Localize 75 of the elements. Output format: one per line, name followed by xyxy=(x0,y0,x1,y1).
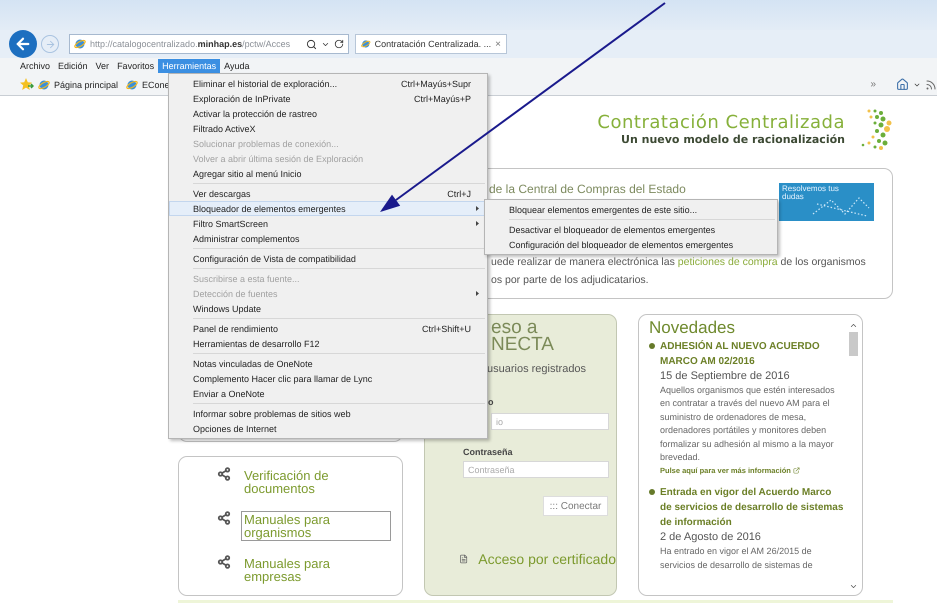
bullet-icon xyxy=(649,343,655,349)
field-label: Contraseña xyxy=(463,447,514,457)
overflow-chevron[interactable]: » xyxy=(870,79,876,90)
news-date: 15 de Septiembre de 2016 xyxy=(660,369,791,384)
favorites-star-icon[interactable] xyxy=(20,78,34,91)
favorites-link[interactable]: ECone xyxy=(142,80,170,90)
menu-item[interactable]: Panel de rendimiento Ctrl+Shift+U xyxy=(169,321,487,336)
submenu-arrow-icon xyxy=(476,291,479,296)
login-title: eso a NECTA xyxy=(491,319,555,353)
submenu-arrow-icon xyxy=(476,206,479,211)
menu-item[interactable]: Agregar sitio al menú Inicio xyxy=(169,166,487,181)
page-icon xyxy=(126,78,138,90)
forward-arrow-icon xyxy=(44,38,56,50)
menu-item[interactable]: Administrar complementos xyxy=(169,231,487,246)
search-icon[interactable] xyxy=(306,38,317,50)
news-text: Ha entrado en vigor el AM 26/2015 de servicios de desarrollo de sistemas de xyxy=(660,545,814,572)
menu-item[interactable]: Windows Update xyxy=(169,301,487,316)
intro-text: uede realizar de manera electrónica las peticiones de compra de los organismos xyxy=(491,256,867,268)
favorites-link[interactable]: Página principal xyxy=(54,80,118,90)
menu-item[interactable]: Eliminar el historial de exploración... Ctrl+Mayús+Supr xyxy=(169,76,487,91)
logo-title: Contratación Centralizada xyxy=(597,112,845,133)
menu-item[interactable]: Informar sobre problemas de sitios web xyxy=(169,406,487,421)
menu-item[interactable]: Notas vinculadas de OneNote xyxy=(169,356,487,371)
close-button[interactable]: × xyxy=(495,38,501,50)
intro-heading: de la Central de Compras del Estado xyxy=(489,182,686,196)
menu-item[interactable]: Opciones de Internet xyxy=(169,421,487,436)
connect-button[interactable]: ::: Conectar xyxy=(543,496,608,516)
field-label: o xyxy=(488,397,494,407)
scroll-down-icon[interactable] xyxy=(849,582,858,591)
menu-item[interactable]: Complemento Hacer clic para llamar de Lync xyxy=(169,371,487,386)
page-icon xyxy=(38,78,50,90)
submenu-arrow-icon xyxy=(476,221,479,226)
browser-logo-icon xyxy=(361,38,371,50)
user-field[interactable]: io xyxy=(491,413,609,430)
intro-text: os por parte de los adjudicatarios. xyxy=(491,274,650,286)
scroll-thumb[interactable] xyxy=(849,332,858,356)
menu-bar-item[interactable]: Favoritos xyxy=(113,59,158,73)
external-link-icon xyxy=(792,467,800,474)
browser-tab[interactable]: Contratación Centralizada. ... × xyxy=(355,34,507,54)
address-bar[interactable]: http://catalogocentralizado.minhap.es/pctw/Acces xyxy=(69,34,349,54)
menu-item[interactable]: Ver descargas Ctrl+J xyxy=(169,186,487,201)
menu-item[interactable]: Configuración de Vista de compatibilidad xyxy=(169,251,487,266)
browser-logo-icon xyxy=(74,38,86,50)
scroll-up-icon[interactable] xyxy=(849,321,858,330)
back-button[interactable] xyxy=(9,30,37,58)
feed-icon[interactable] xyxy=(925,78,937,90)
news-date: 2 de Agosto de 2016 xyxy=(660,530,762,546)
home-icon[interactable] xyxy=(896,78,909,91)
menu-item[interactable]: Bloquear elementos emergentes de este sitio... xyxy=(485,202,777,217)
share-icon xyxy=(217,511,231,525)
menu-bar-item[interactable]: Ver xyxy=(92,59,114,73)
logo-subtitle: Un nuevo modelo de racionalización xyxy=(621,133,845,146)
menu-item[interactable]: Exploración de InPrivate Ctrl+Mayús+P xyxy=(169,91,487,106)
menu-item[interactable]: Activar la protección de rastreo xyxy=(169,106,487,121)
news-headline[interactable]: Entrada en vigor del Acuerdo Marco de servicios de desarrollo de sistemas de información xyxy=(660,485,844,530)
banner-text: Resolvemos tus dudas xyxy=(781,183,840,203)
news-title: Novedades xyxy=(649,318,736,338)
password-field[interactable]: Contraseña xyxy=(463,461,609,478)
menu-item[interactable]: Enviar a OneNote xyxy=(169,386,487,401)
menu-item[interactable]: Filtrado ActiveX xyxy=(169,121,487,136)
menu-item[interactable]: Desactivar el bloqueador de elementos emergentes xyxy=(485,222,777,237)
menu-item[interactable]: Configuración del bloqueador de elementos emergentes xyxy=(485,237,777,252)
login-subtitle: usuarios registrados xyxy=(487,363,588,375)
menu-bar-item[interactable]: Archivo xyxy=(16,59,54,73)
news-headline[interactable]: ADHESIÓN AL NUEVO ACUERDO MARCO AM 02/2016 xyxy=(660,339,844,369)
menu-item[interactable]: Filtro SmartScreen xyxy=(169,216,487,231)
menu-item[interactable]: Bloqueador de elementos emergentes xyxy=(169,201,487,216)
menu-bar-item[interactable]: Ayuda xyxy=(220,59,254,73)
share-icon xyxy=(217,467,231,481)
refresh-icon[interactable] xyxy=(334,39,344,49)
news-text: Aquellos organismos que estén interesados en contratar a través del nuevo AM para el suministro de ordenadores de mesa, ordenadores portátiles y monitores deben formalizar su adhesión al mismo a la mayor brevedad. xyxy=(660,384,836,464)
menu-item[interactable]: Herramientas de desarrollo F12 xyxy=(169,336,487,351)
bullet-icon xyxy=(649,489,655,496)
menu-bar-item[interactable]: Edición xyxy=(54,59,92,73)
share-icon xyxy=(217,555,231,569)
